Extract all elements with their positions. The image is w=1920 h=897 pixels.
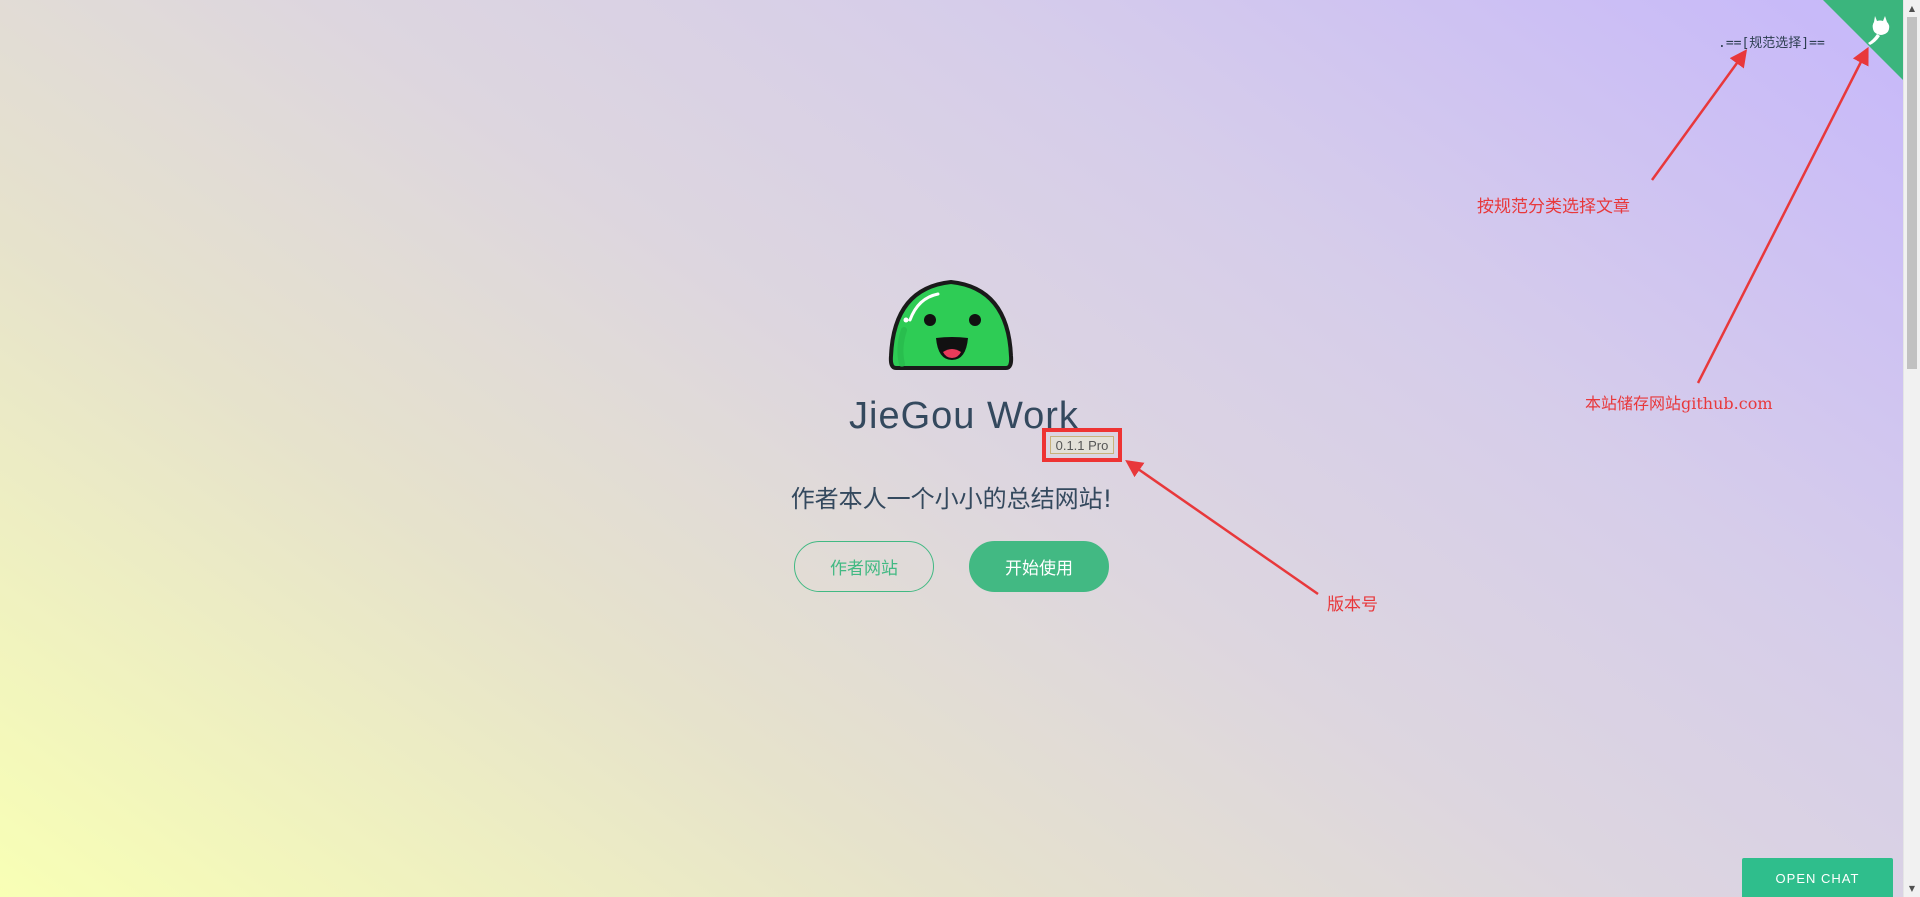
open-chat-button[interactable]: OPEN CHAT — [1742, 858, 1893, 897]
page: .==[规范选择]== JieGou Work 0.1.1 Pro 作者本人一个… — [0, 0, 1920, 897]
version-annotation: 版本号 — [1327, 595, 1378, 615]
get-started-button[interactable]: 开始使用 — [969, 541, 1109, 592]
scroll-up-arrow-icon[interactable]: ▲ — [1904, 0, 1920, 17]
scroll-down-arrow-icon[interactable]: ▼ — [1904, 880, 1920, 897]
page-scrollbar[interactable]: ▲ ▼ — [1903, 0, 1920, 897]
version-highlight-box: 0.1.1 Pro — [1042, 428, 1122, 462]
hero-section: JieGou Work 0.1.1 Pro 作者本人一个小小的总结网站! 作者网… — [0, 0, 1903, 897]
repo-annotation: 本站储存网站github.com — [1585, 394, 1773, 413]
site-subtitle: 作者本人一个小小的总结网站! — [790, 485, 1113, 513]
slime-logo-icon — [888, 279, 1014, 370]
author-site-button[interactable]: 作者网站 — [794, 541, 934, 592]
category-annotation: 按规范分类选择文章 — [1477, 197, 1630, 217]
version-badge: 0.1.1 Pro — [1050, 436, 1114, 454]
scrollbar-thumb[interactable] — [1907, 17, 1917, 369]
